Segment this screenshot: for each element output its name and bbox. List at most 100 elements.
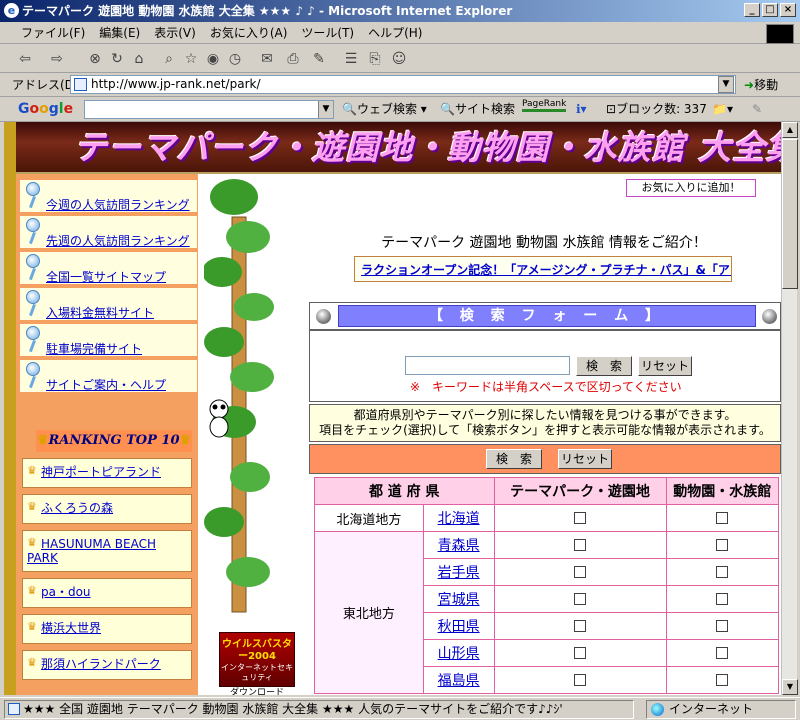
ranking-item[interactable]: ♛ 神戸ポートピアランド bbox=[22, 458, 192, 488]
address-dropdown-icon[interactable]: ▼ bbox=[718, 76, 734, 93]
scroll-down-icon[interactable]: ▼ bbox=[782, 679, 798, 695]
nav-item-sitemap[interactable]: 全国一覧サイトマップ bbox=[20, 252, 197, 286]
search-button[interactable]: 検 索 bbox=[576, 356, 632, 376]
maximize-button[interactable]: □ bbox=[762, 3, 778, 17]
site-banner: テーマパーク・遊園地・動物園・水族館 大全集！ bbox=[16, 122, 781, 174]
nav-link[interactable]: 入場料金無料サイト bbox=[46, 304, 154, 321]
ad-download-button[interactable]: ダウンロード販売 bbox=[226, 687, 288, 695]
theme-park-checkbox[interactable] bbox=[574, 674, 586, 686]
nav-item-parking[interactable]: 駐車場完備サイト bbox=[20, 324, 197, 358]
reset-button[interactable]: リセット bbox=[638, 356, 692, 376]
highlight-icon[interactable]: ✎ bbox=[752, 100, 762, 118]
folder-icon[interactable]: 📁▾ bbox=[712, 100, 733, 118]
theme-park-checkbox[interactable] bbox=[574, 593, 586, 605]
forward-icon[interactable]: ⇨ bbox=[48, 50, 66, 68]
scroll-thumb[interactable] bbox=[782, 139, 798, 289]
nav-link[interactable]: 今週の人気訪問ランキング bbox=[46, 196, 190, 213]
ranking-item[interactable]: ♛ pa・dou bbox=[22, 578, 192, 608]
info-line: 都道府県別やテーマパーク別に探したい情報を見つける事ができます。 bbox=[353, 408, 737, 422]
nav-link[interactable]: 全国一覧サイトマップ bbox=[46, 268, 166, 285]
google-search-input[interactable]: ▼ bbox=[84, 100, 334, 119]
nav-item-weekly-ranking[interactable]: 今週の人気訪問ランキング bbox=[20, 180, 197, 214]
google-logo[interactable]: Google bbox=[18, 100, 73, 118]
nav-link[interactable]: 先週の人気訪問ランキング bbox=[46, 232, 190, 249]
menu-favorites[interactable]: お気に入り(A) bbox=[203, 22, 295, 44]
tree-leaves bbox=[230, 362, 274, 392]
search-icon[interactable]: ⌕ bbox=[160, 50, 178, 68]
tree-illustration bbox=[204, 179, 274, 613]
zoo-checkbox[interactable] bbox=[716, 620, 729, 632]
pref-link[interactable]: 山形県 bbox=[438, 646, 480, 662]
tree-leaves bbox=[204, 327, 244, 357]
pref-link[interactable]: 秋田県 bbox=[438, 619, 480, 635]
ranking-item[interactable]: ♛ ふくろうの森 bbox=[22, 494, 192, 524]
theme-park-checkbox[interactable] bbox=[574, 647, 586, 659]
home-icon[interactable]: ⌂ bbox=[130, 50, 148, 68]
zoo-checkbox[interactable] bbox=[716, 512, 729, 524]
google-search-dropdown-icon[interactable]: ▼ bbox=[318, 101, 333, 118]
popup-blocker[interactable]: ⊡ブロック数: 337 bbox=[606, 100, 707, 118]
ranking-title: ♛RANKING TOP 10♛ bbox=[36, 430, 192, 452]
search-button-2[interactable]: 検 索 bbox=[486, 449, 542, 469]
address-input[interactable]: http://www.jp-rank.net/park/ bbox=[70, 75, 736, 94]
pagerank-indicator[interactable]: PageRank bbox=[522, 100, 567, 112]
scroll-up-icon[interactable]: ▲ bbox=[782, 122, 798, 138]
info-icon[interactable]: ℹ▾ bbox=[576, 100, 587, 118]
discuss-icon[interactable]: ☰ bbox=[342, 50, 360, 68]
pref-link[interactable]: 青森県 bbox=[438, 538, 480, 554]
vertical-scrollbar[interactable]: ▲ ▼ bbox=[781, 122, 798, 695]
print-icon[interactable]: ⎙ bbox=[284, 50, 302, 68]
ranking-item[interactable]: ♛ 那須ハイランドパーク bbox=[22, 650, 192, 680]
add-favorite-button[interactable]: お気に入りに追加！ bbox=[626, 179, 756, 197]
edit-icon[interactable]: ✎ bbox=[310, 50, 328, 68]
close-button[interactable]: × bbox=[780, 3, 796, 17]
media-icon[interactable]: ◉ bbox=[204, 50, 222, 68]
zoo-checkbox[interactable] bbox=[716, 647, 729, 659]
reset-button-2[interactable]: リセット bbox=[558, 449, 612, 469]
header-prefecture: 都 道 府 県 bbox=[314, 477, 495, 505]
pref-link[interactable]: 岩手県 bbox=[438, 565, 480, 581]
theme-park-checkbox[interactable] bbox=[574, 512, 586, 524]
menu-view[interactable]: 表示(V) bbox=[147, 22, 203, 44]
pref-link[interactable]: 福島県 bbox=[438, 673, 480, 689]
theme-park-checkbox[interactable] bbox=[574, 566, 586, 578]
history-icon[interactable]: ◷ bbox=[226, 50, 244, 68]
ranking-item[interactable]: ♛ HASUNUMA BEACH PARK bbox=[22, 530, 192, 572]
go-button[interactable]: ➜移動 bbox=[744, 76, 778, 94]
messenger-icon[interactable]: ☺ bbox=[390, 50, 408, 68]
ranking-item[interactable]: ♛ 横浜大世界 bbox=[22, 614, 192, 644]
zoo-checkbox[interactable] bbox=[716, 539, 729, 551]
nav-item-free-admission[interactable]: 入場料金無料サイト bbox=[20, 288, 197, 322]
web-search-button[interactable]: 🔍ウェブ検索 ▾ bbox=[342, 100, 427, 118]
minimize-button[interactable]: _ bbox=[744, 3, 760, 17]
pin-icon bbox=[26, 218, 40, 232]
search-form-title: 【 検 索 フ ォ ー ム 】 bbox=[338, 305, 756, 327]
favorites-icon[interactable]: ☆ bbox=[182, 50, 200, 68]
back-icon[interactable]: ⇦ bbox=[16, 50, 34, 68]
nav-item-last-week-ranking[interactable]: 先週の人気訪問ランキング bbox=[20, 216, 197, 250]
nav-link[interactable]: 駐車場完備サイト bbox=[46, 340, 142, 357]
crown-icon: ♛ bbox=[36, 433, 49, 448]
table-header-row: 都 道 府 県 テーマパーク・遊園地 動物園・水族館 bbox=[314, 477, 779, 505]
stop-icon[interactable]: ⊗ bbox=[86, 50, 104, 68]
mail-icon[interactable]: ✉ bbox=[258, 50, 276, 68]
menu-tools[interactable]: ツール(T) bbox=[294, 22, 361, 44]
zoo-checkbox[interactable] bbox=[716, 593, 729, 605]
keyword-input[interactable] bbox=[405, 356, 570, 375]
menu-edit[interactable]: 編集(E) bbox=[92, 22, 147, 44]
zoo-checkbox[interactable] bbox=[716, 566, 729, 578]
nav-link[interactable]: サイトご案内・ヘルプ bbox=[46, 376, 166, 393]
news-link[interactable]: ラクションオープン記念！「アメージング・プラチナ・パス」&「ア: bbox=[361, 261, 731, 278]
zoo-checkbox[interactable] bbox=[716, 674, 729, 686]
menu-file[interactable]: ファイル(F) bbox=[14, 22, 92, 44]
ad-banner[interactable]: ウイルスバスター2004 インターネットセキュリティ ダウンロード販売 bbox=[219, 632, 295, 695]
nav-item-help[interactable]: サイトご案内・ヘルプ bbox=[20, 360, 197, 394]
theme-park-checkbox[interactable] bbox=[574, 620, 586, 632]
refresh-icon[interactable]: ↻ bbox=[108, 50, 126, 68]
menu-help[interactable]: ヘルプ(H) bbox=[361, 22, 429, 44]
site-search-button[interactable]: 🔍サイト検索 bbox=[440, 100, 515, 118]
pref-link[interactable]: 宮城県 bbox=[438, 592, 480, 608]
research-icon[interactable]: ⎘ bbox=[366, 50, 384, 68]
pref-link[interactable]: 北海道 bbox=[438, 511, 480, 527]
theme-park-checkbox[interactable] bbox=[574, 539, 586, 551]
